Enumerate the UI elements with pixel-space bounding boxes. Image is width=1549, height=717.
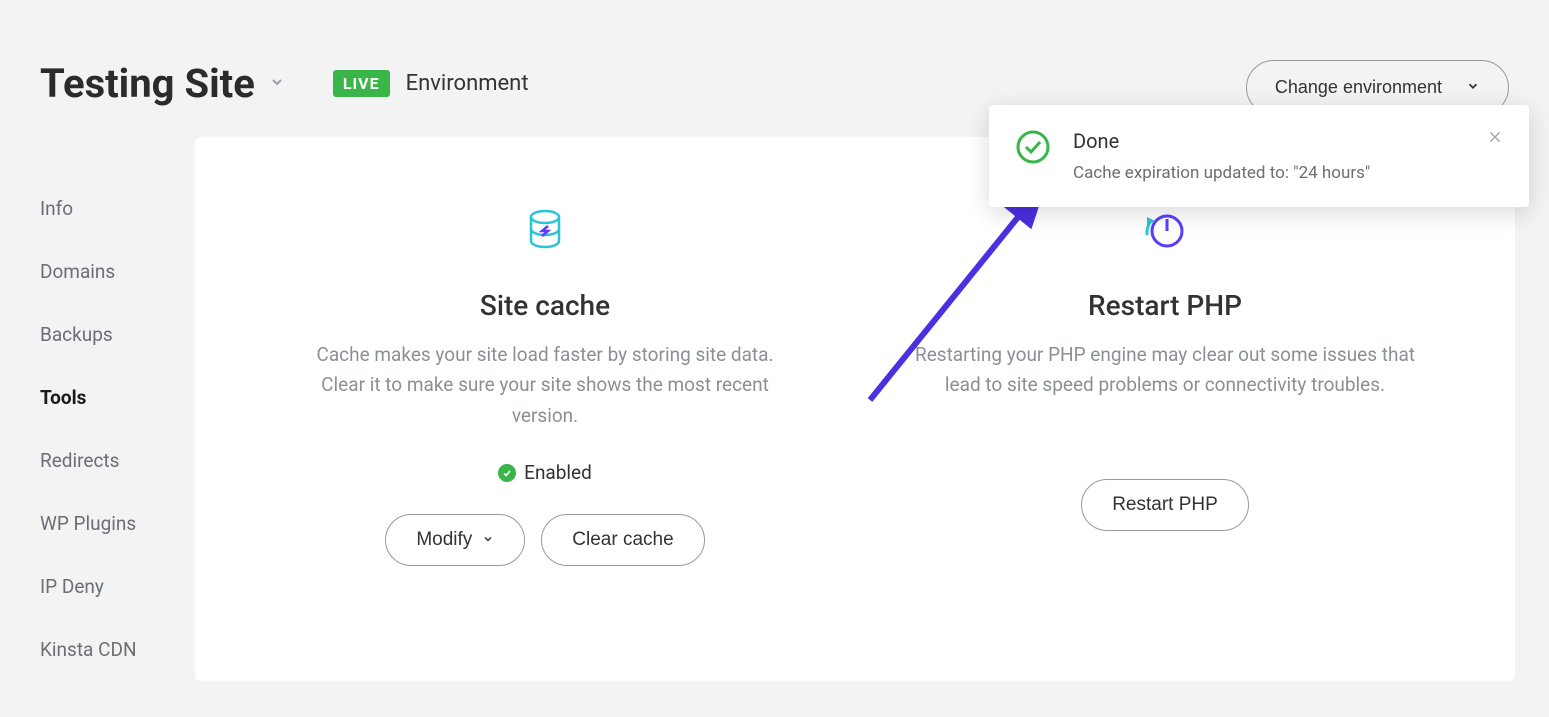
sidebar-item-redirects[interactable]: Redirects [40,429,195,492]
modify-label: Modify [416,529,472,551]
cache-status-label: Enabled [524,461,592,484]
success-check-icon [1015,129,1051,165]
clear-cache-button[interactable]: Clear cache [541,514,704,566]
restart-php-button[interactable]: Restart PHP [1081,479,1249,531]
chevron-down-icon[interactable] [269,74,285,94]
live-badge: LIVE [333,70,390,97]
site-cache-card: Site cache Cache makes your site load fa… [235,207,855,581]
content-panel: Site cache Cache makes your site load fa… [195,137,1515,681]
cache-icon [521,207,569,259]
restart-php-label: Restart PHP [1112,494,1218,516]
chevron-down-icon [1466,79,1480,96]
toast-message: Cache expiration updated to: "24 hours" [1073,163,1465,183]
restart-icon [1141,207,1189,259]
cache-status: Enabled [498,461,592,484]
chevron-down-icon [482,529,494,551]
close-icon[interactable] [1487,129,1503,150]
sidebar-item-wp-plugins[interactable]: WP Plugins [40,492,195,555]
restart-php-card: Restart PHP Restarting your PHP engine m… [855,207,1475,581]
restart-php-title: Restart PHP [1088,289,1242,322]
sidebar-item-domains[interactable]: Domains [40,240,195,303]
toast-notification: Done Cache expiration updated to: "24 ho… [989,105,1529,207]
sidebar-item-kinsta-cdn[interactable]: Kinsta CDN [40,618,195,681]
site-cache-title: Site cache [480,289,610,322]
site-title: Testing Site [40,60,255,107]
sidebar-item-ip-deny[interactable]: IP Deny [40,555,195,618]
change-environment-label: Change environment [1275,77,1442,98]
sidebar-item-info[interactable]: Info [40,177,195,240]
modify-cache-button[interactable]: Modify [385,514,525,566]
sidebar-item-backups[interactable]: Backups [40,303,195,366]
toast-title: Done [1073,129,1465,153]
environment-label: Environment [406,71,529,96]
sidebar-item-tools[interactable]: Tools [40,366,195,429]
clear-cache-label: Clear cache [572,529,673,551]
restart-php-description: Restarting your PHP engine may clear out… [915,340,1415,401]
sidebar: Info Domains Backups Tools Redirects WP … [40,137,195,681]
check-icon [498,464,516,482]
site-cache-description: Cache makes your site load faster by sto… [295,340,795,431]
